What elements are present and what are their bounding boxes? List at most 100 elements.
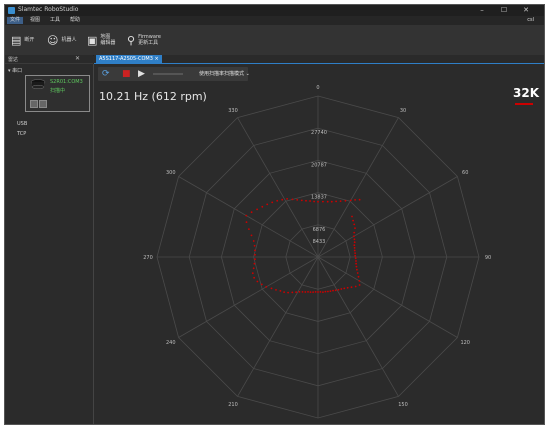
scan-point	[337, 288, 340, 291]
scan-point	[256, 208, 258, 211]
scan-point	[358, 284, 361, 286]
scan-point	[317, 200, 319, 203]
scan-point	[305, 199, 307, 202]
scan-point	[283, 291, 285, 293]
scan-point	[354, 227, 356, 230]
radial-tick-label: 20787	[311, 162, 327, 168]
scan-point	[343, 287, 346, 290]
grid-spoke-240	[178, 256, 319, 338]
scan-point	[251, 272, 254, 275]
scan-point	[245, 214, 248, 217]
scan-mode-value: 使用扫描率扫描模式	[199, 71, 245, 77]
scan-point	[334, 289, 337, 292]
legend-label: 32K	[513, 86, 539, 100]
scan-point	[327, 290, 329, 293]
scan-point	[250, 211, 253, 214]
scan-point	[270, 287, 273, 290]
scan-point	[354, 257, 357, 260]
play-icon[interactable]: ▶	[138, 69, 145, 79]
scan-point	[353, 244, 356, 247]
scan-point	[354, 254, 357, 257]
scan-point	[350, 286, 353, 289]
scan-point	[353, 238, 356, 241]
scan-point	[326, 200, 329, 203]
scan-point	[330, 200, 333, 203]
scan-points	[245, 198, 361, 294]
angle-tick-label: 120	[460, 340, 470, 346]
angle-tick-label: 300	[166, 170, 176, 176]
scan-point	[279, 290, 282, 292]
scan-point	[275, 289, 277, 291]
angle-tick-label: 60	[462, 170, 468, 176]
scan-point	[281, 198, 284, 201]
scan-point	[354, 199, 356, 201]
scan-point	[353, 247, 356, 249]
scan-point	[332, 289, 334, 292]
scan-point	[287, 291, 289, 294]
scan-point	[356, 268, 358, 271]
scan-point	[353, 249, 356, 252]
refresh-icon[interactable]: ⟳	[102, 69, 110, 79]
scan-point	[314, 291, 317, 293]
radial-tick-label: 6876	[313, 227, 326, 233]
scan-point	[301, 291, 304, 293]
scan-mode-select[interactable]: 使用扫描率扫描模式 ⌄	[199, 69, 250, 79]
scan-point	[295, 291, 297, 293]
angle-tick-label: 30	[400, 108, 406, 114]
angle-tick-label: 210	[228, 402, 238, 408]
scan-point	[253, 244, 256, 247]
scan-point	[351, 215, 353, 218]
scan-point	[335, 200, 337, 203]
radial-tick-label: 13837	[311, 195, 327, 201]
grid-spoke-150	[317, 256, 399, 397]
scan-point	[248, 228, 250, 231]
scan-point	[291, 291, 294, 294]
scan-point	[353, 223, 356, 226]
scan-point	[358, 280, 361, 282]
scan-point	[322, 200, 324, 203]
radial-tick-label: 27740	[311, 130, 327, 136]
scan-point	[340, 288, 343, 290]
scan-point	[276, 199, 279, 202]
scan-point	[309, 291, 312, 293]
scan-point	[344, 199, 347, 202]
scan-point	[253, 262, 256, 265]
scan-point	[339, 200, 342, 203]
scan-point	[317, 291, 319, 293]
scan-point	[356, 272, 359, 274]
grid-spoke-120	[317, 256, 458, 338]
scan-point	[322, 291, 324, 293]
grid-spoke-210	[237, 256, 319, 397]
scan-point	[349, 199, 352, 202]
scan-point	[355, 265, 358, 268]
radial-mark-label: 8433	[313, 239, 326, 245]
scan-point	[253, 276, 256, 279]
scan-point	[254, 258, 256, 261]
scan-point	[355, 262, 357, 265]
scan-point	[296, 199, 299, 201]
grid-spoke-330	[237, 117, 319, 258]
scan-point	[271, 201, 274, 204]
scan-point	[245, 221, 248, 224]
scan-point	[313, 200, 315, 203]
grid-spoke-300	[178, 176, 319, 258]
polar-scan-plot: 0306090120150180210240270300330687613837…	[143, 85, 491, 419]
scan-point	[354, 252, 356, 255]
scan-point	[300, 199, 303, 202]
scan-point	[355, 260, 357, 262]
scan-point	[329, 290, 332, 292]
angle-tick-label: 90	[485, 255, 491, 261]
scan-point	[256, 280, 259, 283]
scan-point	[324, 290, 327, 293]
stop-icon[interactable]: ■	[122, 69, 131, 79]
app-window: Slamtec RoboStudio – ☐ ✕ 文件 视图 工具 帮助 csl…	[4, 4, 545, 425]
rotation-frequency: 10.21 Hz (612 rpm)	[99, 90, 207, 103]
scan-point	[254, 249, 256, 252]
scan-point	[250, 234, 253, 237]
polar-grid: 0306090120150180210240270300330687613837…	[143, 85, 491, 419]
grid-spoke-30	[317, 117, 399, 258]
scan-point	[254, 253, 256, 256]
grid-spoke-60	[317, 176, 458, 258]
scan-point	[252, 267, 255, 270]
speed-slider[interactable]	[153, 73, 183, 75]
